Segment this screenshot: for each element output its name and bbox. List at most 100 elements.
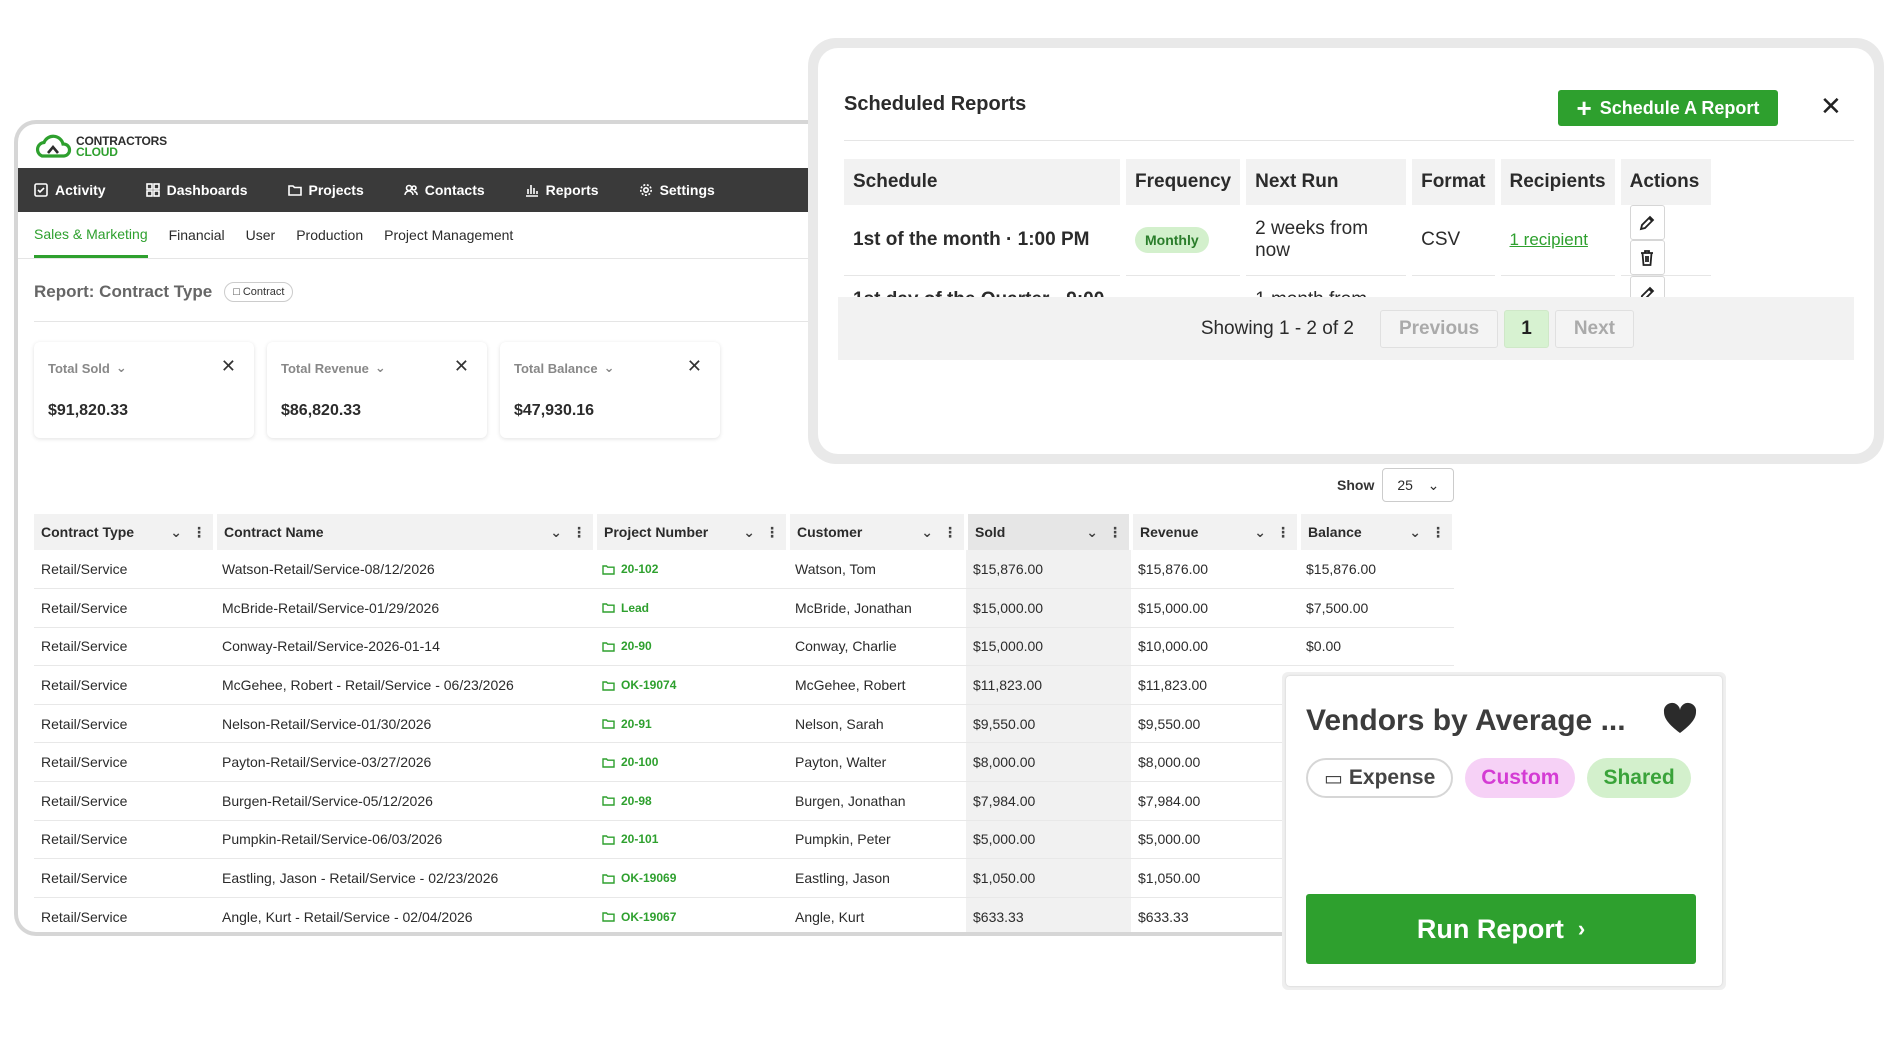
table-cell: Angle, Kurt (788, 897, 966, 932)
nav-reports[interactable]: Reports (525, 168, 619, 212)
project-link[interactable]: 20-102 (602, 562, 781, 576)
bar-chart-icon (525, 185, 538, 197)
chevron-down-icon[interactable]: ⌄ (921, 524, 933, 541)
table-row[interactable]: Retail/Service Eastling, Jason - Retail/S… (34, 858, 1454, 898)
report-header: Report: Contract Type □ Contract (34, 282, 294, 302)
table-cell: Burgen-Retail/Service-05/12/2026 (215, 781, 595, 821)
chevron-down-icon[interactable]: ⌄ (1086, 524, 1098, 541)
table-cell: Payton-Retail/Service-03/27/2026 (215, 742, 595, 783)
project-link[interactable]: OK-19069 (602, 871, 781, 885)
close-icon[interactable]: ✕ (687, 356, 702, 377)
column-header: Next Run (1246, 159, 1407, 205)
column-header[interactable]: Revenue ⌄ ⋮ (1131, 514, 1301, 550)
project-link[interactable]: OK-19067 (602, 910, 781, 924)
edit-button[interactable] (1629, 205, 1665, 240)
nav-projects[interactable]: Projects (287, 168, 384, 212)
project-link[interactable]: 20-90 (602, 639, 781, 653)
table-cell: McBride-Retail/Service-01/29/2026 (215, 588, 595, 628)
column-header[interactable]: Contract Name ⌄ ⋮ (215, 514, 597, 550)
table-cell: Retail/Service (34, 897, 215, 932)
tab-project-management[interactable]: Project Management (384, 212, 513, 258)
table-row[interactable]: Retail/Service McGehee, Robert - Retail/S… (34, 665, 1454, 705)
more-vertical-icon[interactable]: ⋮ (1276, 524, 1290, 541)
heart-icon[interactable] (1662, 702, 1698, 736)
table-cell: 20-100 (595, 742, 788, 783)
format-cell: CSV (1412, 205, 1495, 276)
metric-selector[interactable]: Total Revenue ⌄ (281, 360, 386, 376)
metric-selector[interactable]: Total Sold ⌄ (48, 360, 127, 376)
close-icon[interactable]: ✕ (454, 356, 469, 377)
delete-button[interactable] (1629, 240, 1665, 275)
table-cell: Payton, Walter (788, 742, 966, 783)
table-cell: Retail/Service (34, 858, 215, 898)
table-row[interactable]: Retail/Service Burgen-Retail/Service-05/1… (34, 781, 1454, 821)
project-link[interactable]: 20-101 (602, 832, 781, 846)
contract-report-table: Contract Type ⌄ ⋮ Contract Name ⌄ ⋮ Project Nu… (34, 514, 1456, 932)
more-vertical-icon[interactable]: ⋮ (1431, 524, 1445, 541)
more-vertical-icon[interactable]: ⋮ (192, 524, 206, 541)
vendor-report-card-frame: Vendors by Average ... ▭ Expense Custom … (1282, 672, 1726, 990)
nav-dashboards[interactable]: Dashboards (145, 168, 268, 212)
more-vertical-icon[interactable]: ⋮ (943, 524, 957, 541)
chevron-down-icon: ⌄ (115, 360, 127, 375)
folder-icon (602, 835, 615, 845)
nav-settings[interactable]: Settings (639, 168, 735, 212)
document-icon: □ (233, 286, 240, 298)
more-vertical-icon[interactable]: ⋮ (572, 524, 586, 541)
table-cell: Burgen, Jonathan (788, 781, 966, 821)
table-cell: Conway, Charlie (788, 627, 966, 667)
project-link[interactable]: Lead (602, 601, 781, 615)
next-page-button[interactable]: Next (1554, 309, 1634, 348)
table-cell: Eastling, Jason (788, 858, 966, 898)
table-cell: $15,876.00 (1299, 550, 1454, 590)
brand-logo[interactable]: CONTRACTORS CLOUD (34, 132, 167, 162)
table-row[interactable]: Retail/Service Conway-Retail/Service-2026… (34, 627, 1454, 667)
close-icon[interactable]: ✕ (1820, 91, 1842, 122)
column-header[interactable]: Balance ⌄ ⋮ (1299, 514, 1456, 550)
table-cell: OK-19074 (595, 665, 788, 705)
chevron-down-icon[interactable]: ⌄ (1409, 524, 1421, 541)
project-link[interactable]: 20-91 (602, 717, 781, 731)
column-header[interactable]: Contract Type ⌄ ⋮ (34, 514, 217, 550)
metric-selector[interactable]: Total Balance ⌄ (514, 360, 614, 376)
table-row[interactable]: Retail/Service McBride-Retail/Service-01/… (34, 588, 1454, 628)
table-cell: $1,050.00 (966, 858, 1131, 898)
schedule-report-button[interactable]: + Schedule A Report (1558, 90, 1778, 126)
table-row[interactable]: Retail/Service Watson-Retail/Service-08/1… (34, 550, 1454, 590)
column-header[interactable]: Project Number ⌄ ⋮ (595, 514, 790, 550)
project-link[interactable]: OK-19074 (602, 678, 781, 692)
chevron-down-icon[interactable]: ⌄ (550, 524, 562, 541)
brand-name: CONTRACTORS CLOUD (76, 134, 167, 159)
tab-financial[interactable]: Financial (169, 212, 225, 258)
project-link[interactable]: 20-98 (602, 794, 781, 808)
chevron-down-icon[interactable]: ⌄ (170, 524, 182, 541)
tab-production[interactable]: Production (296, 212, 363, 258)
table-cell: McGehee, Robert (788, 665, 966, 705)
chevron-down-icon[interactable]: ⌄ (1254, 524, 1266, 541)
table-row[interactable]: Retail/Service Pumpkin-Retail/Service-06/… (34, 820, 1454, 860)
recipients-link[interactable]: 1 recipient (1510, 230, 1588, 249)
current-page-button[interactable]: 1 (1504, 309, 1549, 348)
project-link[interactable]: 20-100 (602, 755, 781, 769)
tab-user[interactable]: User (246, 212, 276, 258)
previous-page-button[interactable]: Previous (1379, 309, 1499, 348)
table-cell: $8,000.00 (966, 742, 1131, 783)
close-icon[interactable]: ✕ (221, 356, 236, 377)
more-vertical-icon[interactable]: ⋮ (1108, 524, 1122, 541)
run-report-button[interactable]: Run Report › (1306, 894, 1696, 964)
chevron-down-icon[interactable]: ⌄ (743, 524, 755, 541)
nav-contacts[interactable]: Contacts (403, 168, 505, 212)
table-row[interactable]: Retail/Service Angle, Kurt - Retail/Servi… (34, 897, 1454, 932)
tab-sales-marketing[interactable]: Sales & Marketing (34, 212, 148, 258)
column-header: Schedule (844, 159, 1120, 205)
table-row[interactable]: Retail/Service Nelson-Retail/Service-01/3… (34, 704, 1454, 744)
nav-activity[interactable]: Activity (34, 168, 126, 212)
table-row[interactable]: Retail/Service Payton-Retail/Service-03/2… (34, 742, 1454, 783)
folder-icon (287, 185, 302, 196)
page-size-select[interactable]: 25 ⌄ (1382, 468, 1455, 502)
table-cell: McGehee, Robert - Retail/Service - 06/23… (215, 665, 595, 705)
column-header[interactable]: Customer ⌄ ⋮ (788, 514, 968, 550)
more-vertical-icon[interactable]: ⋮ (765, 524, 779, 541)
table-cell: $11,823.00 (1131, 665, 1299, 705)
column-header[interactable]: Sold ⌄ ⋮ (966, 514, 1133, 550)
